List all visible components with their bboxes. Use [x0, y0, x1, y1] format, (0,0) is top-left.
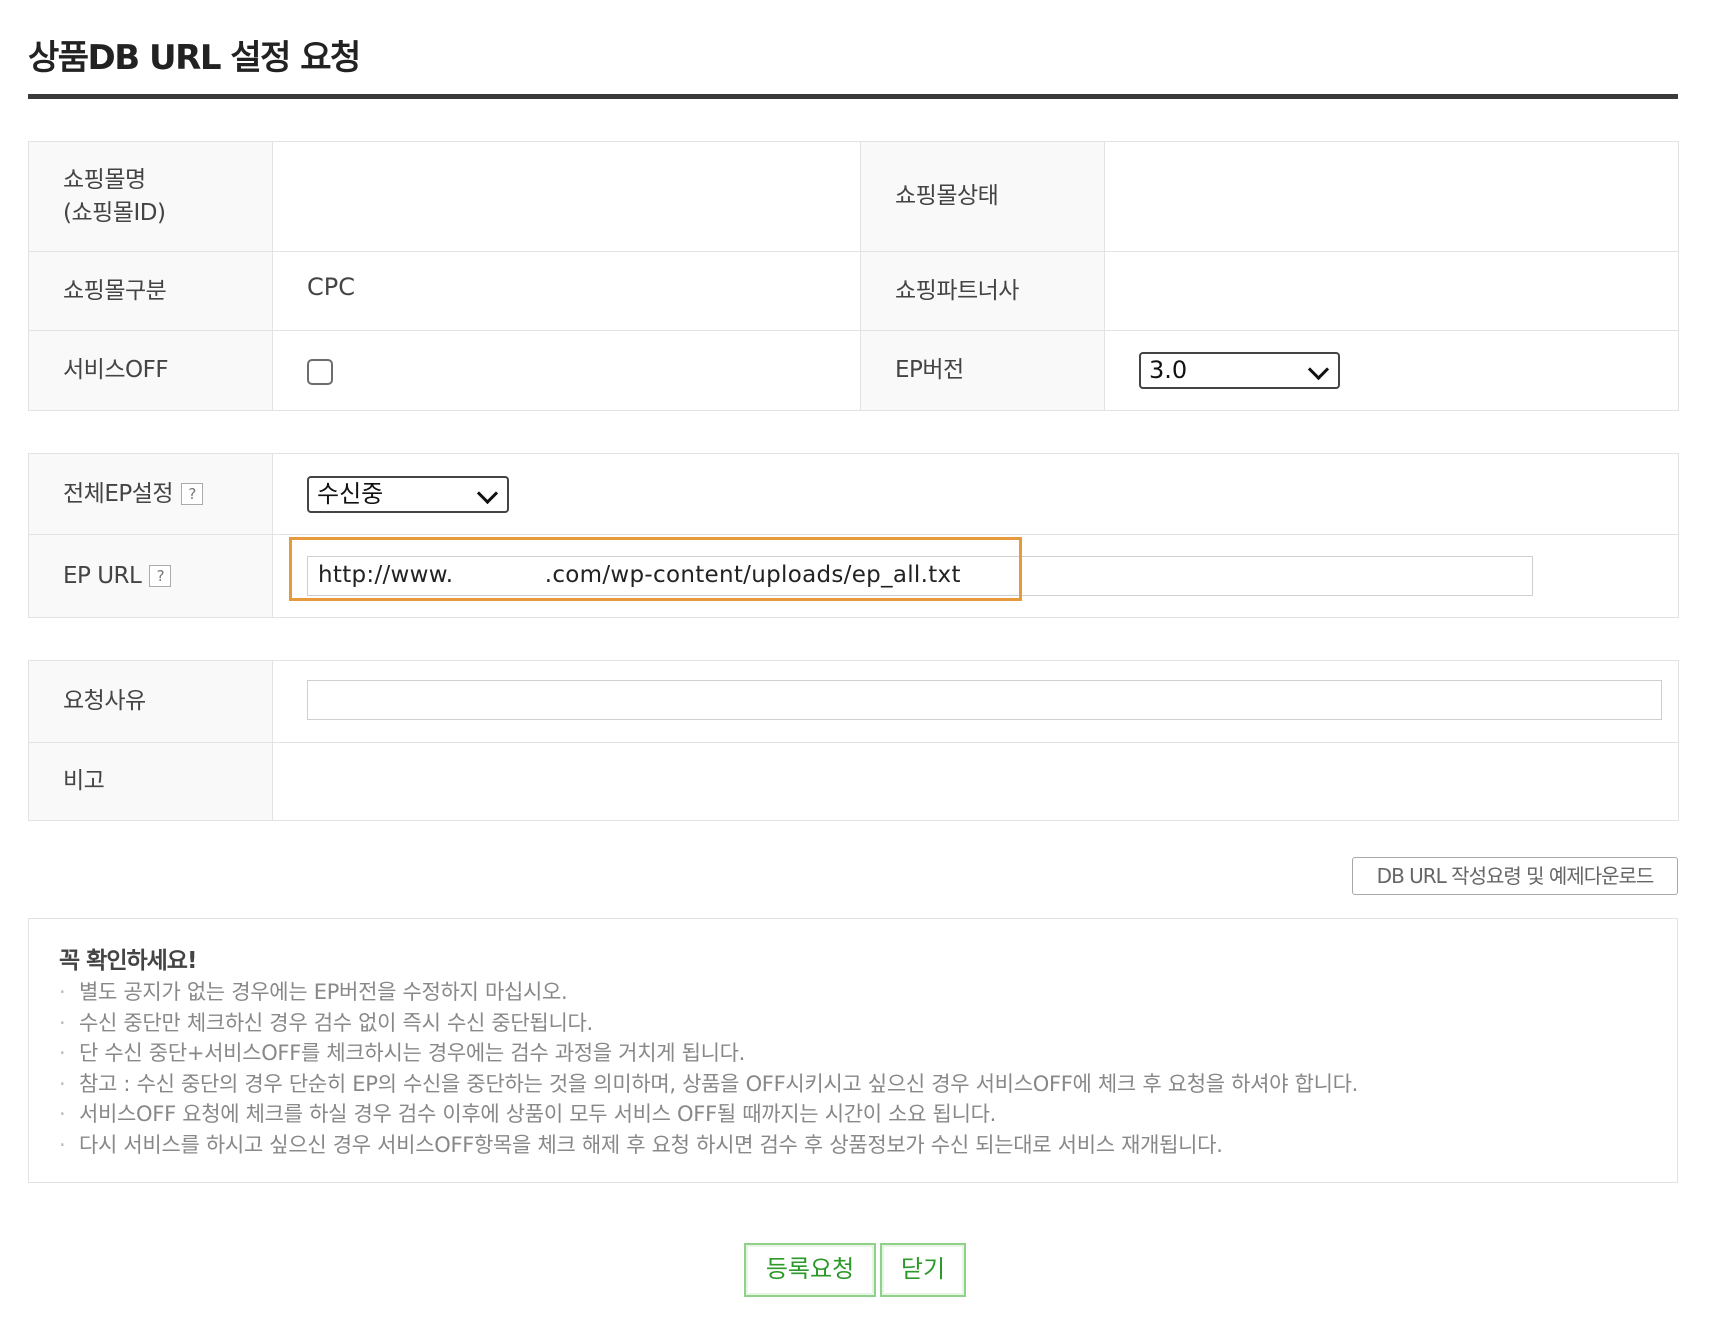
mall-info-table: 쇼핑몰명 (쇼핑몰ID) 쇼핑몰상태 쇼핑몰구분 CPC 쇼핑파트너사 서비스O…: [28, 141, 1679, 411]
notice-box: 꼭 확인하세요! · 별도 공지가 없는 경우에는 EP버전을 수정하지 마십시오…: [28, 918, 1678, 1183]
service-off-checkbox[interactable]: [307, 358, 333, 385]
bullet: ·: [59, 1041, 66, 1065]
mall-name-value: [272, 141, 861, 252]
ep-version-selected-value: 3.0: [1149, 356, 1188, 384]
ep-version-select[interactable]: 3.0: [1139, 352, 1340, 389]
chevron-down-icon: [1307, 358, 1330, 381]
all-ep-select[interactable]: 수신중: [307, 475, 509, 513]
list-item: · 수신 중단만 체크하신 경우 검수 없이 즉시 수신 중단됩니다.: [59, 1008, 1358, 1039]
reason-input[interactable]: [307, 680, 1662, 720]
register-request-button[interactable]: 등록요청: [744, 1243, 876, 1297]
partner-value: [1104, 251, 1679, 331]
list-item-text: 서비스OFF 요청에 체크를 하실 경우 검수 이후에 상품이 모두 서비스 O…: [79, 1102, 996, 1126]
mall-status-value: [1104, 141, 1679, 252]
mall-type-value: CPC: [272, 251, 861, 331]
all-ep-selected-value: 수신중: [317, 479, 384, 508]
ep-version-label: EP버전: [860, 330, 1105, 411]
notice-title: 꼭 확인하세요!: [59, 948, 197, 974]
service-off-cell: [272, 330, 861, 411]
service-off-label: 서비스OFF: [28, 330, 273, 411]
ep-url-label-text: EP URL: [63, 562, 142, 589]
list-item-text: 수신 중단만 체크하신 경우 검수 없이 즉시 수신 중단됩니다.: [79, 1010, 593, 1035]
ep-version-cell: 3.0: [1104, 330, 1679, 411]
partner-label: 쇼핑파트너사: [860, 251, 1105, 331]
remarks-value: [272, 742, 1679, 821]
mall-type-label: 쇼핑몰구분: [28, 251, 273, 331]
page-title: 상품DB URL 설정 요청: [28, 38, 361, 78]
list-item: · 다시 서비스를 하시고 싶으신 경우 서비스OFF항목을 체크 해제 후 요청…: [59, 1130, 1358, 1161]
title-divider: [28, 94, 1678, 99]
help-icon[interactable]: ?: [181, 483, 204, 505]
all-ep-cell: 수신중: [272, 453, 1679, 535]
bullet: ·: [59, 1071, 66, 1096]
list-item-text: 별도 공지가 없는 경우에는 EP버전을 수정하지 마십시오.: [79, 980, 568, 1004]
ep-url-label: EP URL?: [28, 534, 273, 618]
mall-name-label-line2: (쇼핑몰ID): [63, 199, 166, 226]
list-item: · 별도 공지가 없는 경우에는 EP버전을 수정하지 마십시오.: [59, 977, 1358, 1008]
bullet: ·: [59, 980, 66, 1004]
bullet: ·: [59, 1102, 66, 1126]
list-item-text: 참고 : 수신 중단의 경우 단순히 EP의 수신을 중단하는 것을 의미하며,…: [79, 1071, 1359, 1096]
remarks-label: 비고: [28, 742, 273, 821]
close-button[interactable]: 닫기: [880, 1243, 966, 1297]
bullet: ·: [59, 1132, 66, 1157]
list-item-text: 단 수신 중단+서비스OFF를 체크하시는 경우에는 검수 과정을 거치게 됩니…: [79, 1041, 746, 1065]
mall-status-label: 쇼핑몰상태: [860, 141, 1105, 252]
bullet: ·: [59, 1010, 66, 1035]
list-item-text: 다시 서비스를 하시고 싶으신 경우 서비스OFF항목을 체크 해제 후 요청 …: [79, 1132, 1223, 1157]
reason-label: 요청사유: [28, 660, 273, 743]
ep-url-input[interactable]: http://www. .com/wp-content/uploads/ep_a…: [307, 556, 1533, 596]
download-guide-button[interactable]: DB URL 작성요령 및 예제다운로드: [1352, 857, 1678, 895]
list-item: · 서비스OFF 요청에 체크를 하실 경우 검수 이후에 상품이 모두 서비스 …: [59, 1099, 1358, 1130]
all-ep-label-text: 전체EP설정: [63, 480, 174, 507]
mall-name-label-line1: 쇼핑몰명: [63, 166, 146, 193]
mall-name-label: 쇼핑몰명 (쇼핑몰ID): [28, 141, 273, 252]
notice-list: · 별도 공지가 없는 경우에는 EP버전을 수정하지 마십시오. · 수신 중단만…: [59, 977, 1358, 1160]
list-item: · 단 수신 중단+서비스OFF를 체크하시는 경우에는 검수 과정을 거치게 됩…: [59, 1038, 1358, 1069]
all-ep-label: 전체EP설정?: [28, 453, 273, 535]
chevron-down-icon: [476, 482, 499, 504]
list-item: · 참고 : 수신 중단의 경우 단순히 EP의 수신을 중단하는 것을 의미하며…: [59, 1069, 1358, 1100]
help-icon[interactable]: ?: [149, 565, 172, 587]
